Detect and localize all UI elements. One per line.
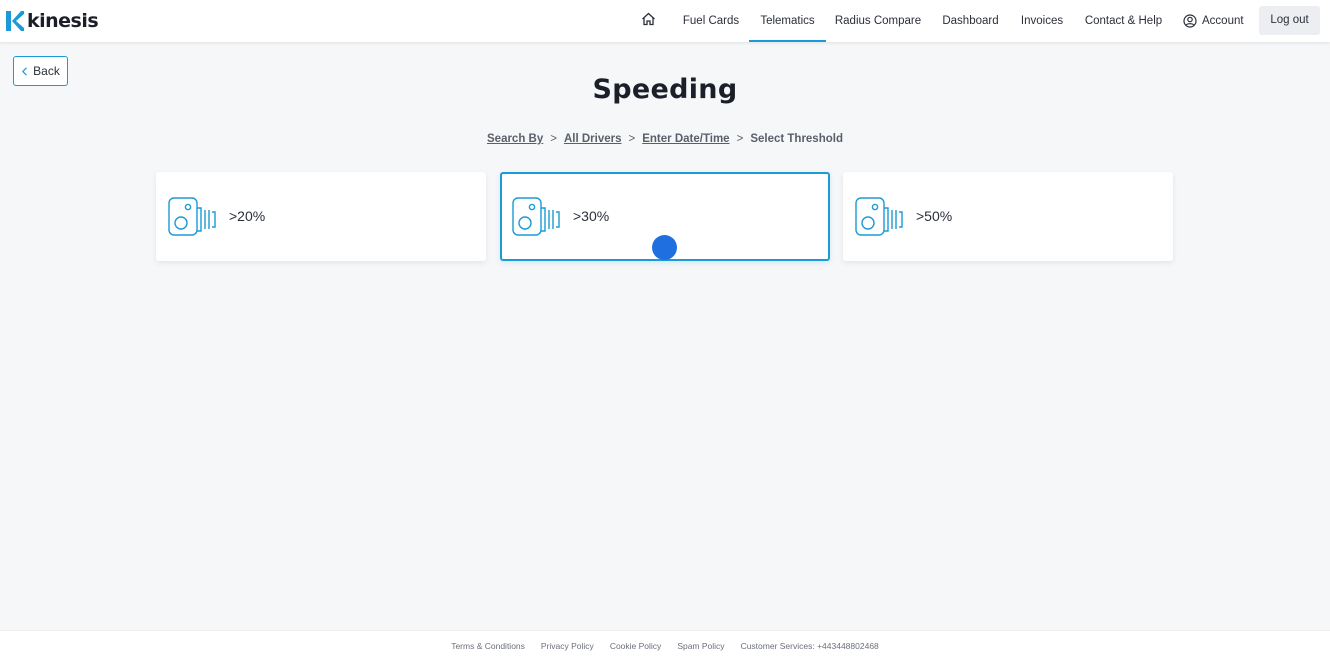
nav-invoices[interactable]: Invoices xyxy=(1016,0,1068,42)
breadcrumb-enter-date-time[interactable]: Enter Date/Time xyxy=(642,133,729,145)
account-label: Account xyxy=(1202,15,1244,27)
nav-dashboard[interactable]: Dashboard xyxy=(937,0,1004,42)
breadcrumb: Search By > All Drivers > Enter Date/Time > Se… xyxy=(0,133,1330,145)
speed-camera-icon xyxy=(855,197,903,236)
nav-radius-compare[interactable]: Radius Compare xyxy=(832,0,924,42)
nav-fuel-cards[interactable]: Fuel Cards xyxy=(679,0,743,42)
user-circle-icon xyxy=(1183,14,1197,28)
kinesis-logo-mark-icon xyxy=(6,11,24,31)
kinesis-logo[interactable]: kinesis xyxy=(6,9,99,33)
nav-telematics[interactable]: Telematics xyxy=(749,0,826,42)
footer-terms-link[interactable]: Terms & Conditions xyxy=(451,641,525,651)
breadcrumb-separator: > xyxy=(550,133,557,145)
nav-account[interactable]: Account xyxy=(1183,0,1247,42)
footer-cookie-link[interactable]: Cookie Policy xyxy=(610,641,662,651)
threshold-label: >30% xyxy=(573,208,610,224)
footer: Terms & Conditions Privacy Policy Cookie… xyxy=(0,630,1330,660)
threshold-card-20[interactable]: >20% xyxy=(156,172,486,261)
threshold-card-50[interactable]: >50% xyxy=(843,172,1173,261)
breadcrumb-current: Select Threshold xyxy=(750,133,843,145)
logo-wordmark: kinesis xyxy=(27,10,99,32)
home-icon[interactable] xyxy=(641,12,656,26)
click-indicator xyxy=(652,235,677,260)
footer-spam-link[interactable]: Spam Policy xyxy=(677,641,724,651)
footer-privacy-link[interactable]: Privacy Policy xyxy=(541,641,594,651)
page-title: Speeding xyxy=(592,74,738,105)
breadcrumb-separator: > xyxy=(628,133,636,145)
breadcrumb-separator: > xyxy=(736,133,744,145)
threshold-label: >20% xyxy=(229,208,266,224)
speed-camera-icon xyxy=(168,197,216,236)
logout-button[interactable]: Log out xyxy=(1259,6,1320,35)
breadcrumb-all-drivers[interactable]: All Drivers xyxy=(564,133,622,145)
threshold-label: >50% xyxy=(916,208,953,224)
speed-camera-icon xyxy=(512,197,560,236)
top-navigation-bar: kinesis Fuel Cards Telematics Radius Com… xyxy=(0,0,1330,42)
nav-contact-help[interactable]: Contact & Help xyxy=(1080,0,1167,42)
footer-customer-services: Customer Services: +443448802468 xyxy=(740,640,879,651)
breadcrumb-search-by[interactable]: Search By xyxy=(487,133,543,145)
